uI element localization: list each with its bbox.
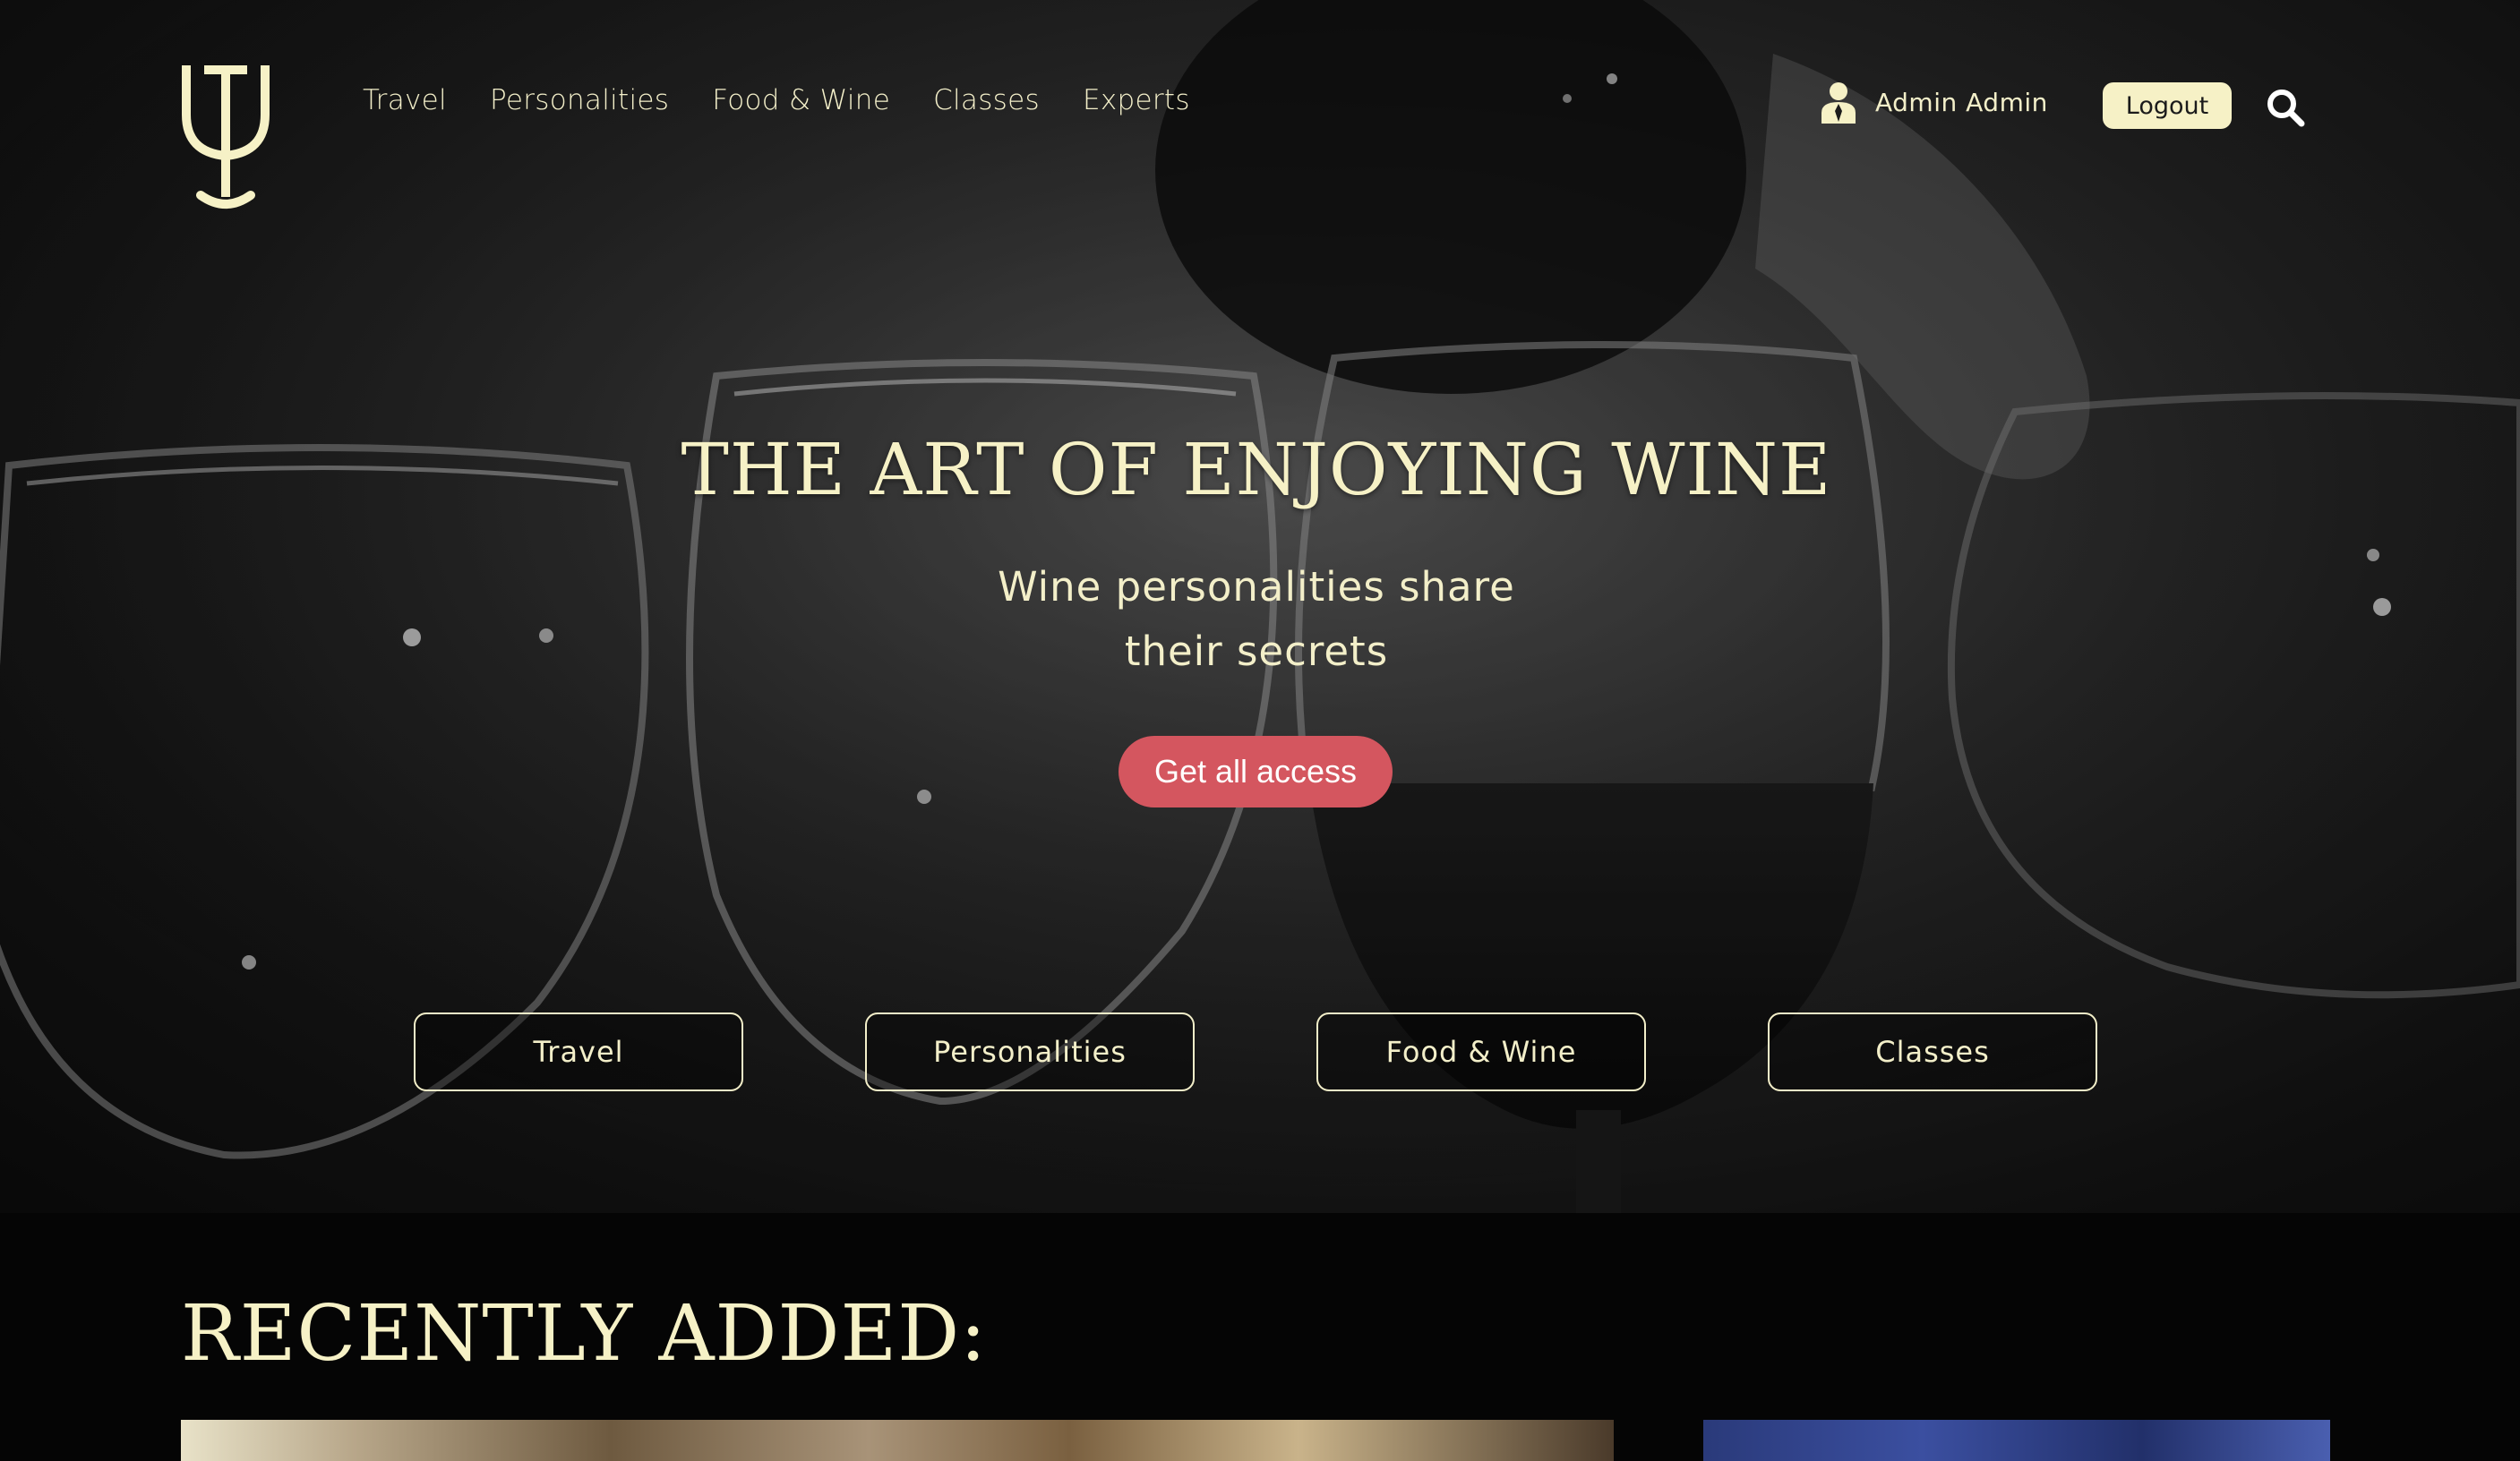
nav-item-food-wine[interactable]: Food & Wine — [712, 84, 890, 116]
category-button-travel[interactable]: Travel — [414, 1012, 743, 1091]
category-button-food-wine[interactable]: Food & Wine — [1316, 1012, 1646, 1091]
logout-button[interactable]: Logout — [2103, 82, 2232, 129]
category-buttons: Travel Personalities Food & Wine Classes — [414, 1012, 2097, 1091]
category-button-personalities[interactable]: Personalities — [865, 1012, 1195, 1091]
nav-item-classes[interactable]: Classes — [933, 84, 1040, 116]
hero-subheading-line1: Wine personalities share — [998, 563, 1515, 611]
user-account[interactable]: Admin Admin — [1820, 81, 2048, 124]
recent-card-thumbnail[interactable] — [181, 1420, 1614, 1461]
hero-subheading-line2: their secrets — [1124, 628, 1389, 675]
search-icon[interactable] — [2266, 88, 2305, 127]
wine-glass-logo-icon[interactable] — [177, 63, 274, 215]
nav-item-personalities[interactable]: Personalities — [490, 84, 669, 116]
hero-subheading: Wine personalities share their secrets — [0, 555, 2513, 684]
nav-item-experts[interactable]: Experts — [1083, 84, 1190, 116]
get-all-access-button[interactable]: Get all access — [1119, 736, 1393, 807]
main-nav: Travel Personalities Food & Wine Classes… — [363, 84, 1190, 116]
user-name: Admin Admin — [1875, 87, 2048, 117]
user-icon — [1821, 82, 1856, 124]
recent-card-thumbnail[interactable] — [1703, 1420, 2330, 1461]
recently-added-heading: RECENTLY ADDED: — [181, 1289, 988, 1379]
nav-item-travel[interactable]: Travel — [363, 84, 447, 116]
hero-headline: THE ART OF ENJOYING WINE — [681, 428, 1832, 511]
category-button-classes[interactable]: Classes — [1768, 1012, 2097, 1091]
